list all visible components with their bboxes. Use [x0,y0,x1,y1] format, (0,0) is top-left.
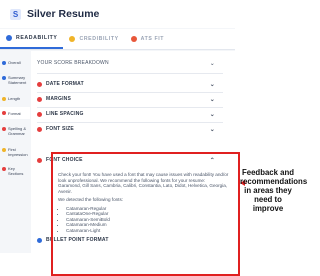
tab-ats-fit[interactable]: ATS FIT [125,29,170,49]
chevron-down-icon: ⌄ [209,96,215,103]
sidebar: Overall Summary Statement Length Format … [0,51,30,253]
status-dot-icon [2,126,6,131]
tab-readability[interactable]: READABILITY [0,29,64,49]
status-dot-icon [2,75,6,80]
sidebar-item-label: Overall [8,60,21,65]
section-label: LINE SPACING [46,111,84,117]
status-dot-icon [2,111,6,116]
readability-icon [6,35,12,41]
sidebar-item-label: Summary Statement [8,75,27,85]
divider [37,122,223,123]
error-dot-icon [37,126,42,132]
section-font-size[interactable]: FONT SIZE ⌄ [37,124,223,134]
app-title: Silver Resume [27,8,100,20]
sidebar-item-label: Key Sections [8,166,24,176]
highlight-box [51,152,240,276]
status-dot-icon [2,96,6,101]
section-line-spacing[interactable]: LINE SPACING ⌄ [37,109,223,119]
sidebar-item-label: Spelling & Grammar [8,126,27,136]
score-tabs: READABILITY CREDIBILITY ATS FIT [0,29,235,50]
chevron-down-icon: ⌄ [209,60,215,67]
tab-credibility[interactable]: CREDIBILITY [63,29,124,49]
section-label: MARGINS [46,96,72,102]
tab-label: CREDIBILITY [79,36,119,42]
section-margins[interactable]: MARGINS ⌄ [37,94,223,104]
score-breakdown-label: YOUR SCORE BREAKDOWN [37,60,109,66]
section-date-format[interactable]: DATE FORMAT ⌄ [37,79,223,89]
credibility-icon [69,36,76,42]
sidebar-item-spelling-grammar[interactable]: Spelling & Grammar [0,126,30,136]
chevron-down-icon: ⌄ [209,81,215,88]
sidebar-item-summary-statement[interactable]: Summary Statement [0,75,30,85]
app-logo: S [10,8,21,20]
app-header: S Silver Resume [0,0,235,28]
tab-label: ATS FIT [140,36,165,42]
error-dot-icon [37,81,42,87]
annotation-callout: Feedback and recommendations in areas th… [240,168,308,213]
sidebar-item-overall[interactable]: Overall [0,60,30,65]
error-dot-icon [37,157,42,163]
divider [37,92,223,93]
sidebar-item-label: Length [8,96,21,101]
status-dot-icon [2,60,6,65]
sidebar-item-label: Format [8,110,21,116]
sidebar-item-length[interactable]: Length [0,96,30,101]
chevron-down-icon: ⌄ [209,126,215,133]
section-label: DATE FORMAT [46,81,84,87]
score-breakdown-row[interactable]: YOUR SCORE BREAKDOWN ⌄ [37,58,223,68]
tab-label: READABILITY [16,35,58,41]
error-dot-icon [37,111,42,117]
status-dot-icon [37,237,42,243]
divider [37,107,223,108]
section-label: FONT SIZE [46,126,74,132]
ats-fit-icon [130,36,137,42]
chevron-down-icon: ⌄ [209,111,215,118]
sidebar-item-first-impression[interactable]: First Impression [0,147,30,157]
error-dot-icon [37,96,42,102]
divider [37,73,223,74]
sidebar-item-format[interactable]: Format [0,107,30,119]
sidebar-item-label: First Impression [8,147,28,157]
status-dot-icon [2,147,6,152]
sidebar-item-key-sections[interactable]: Key Sections [0,166,30,176]
status-dot-icon [2,166,6,171]
